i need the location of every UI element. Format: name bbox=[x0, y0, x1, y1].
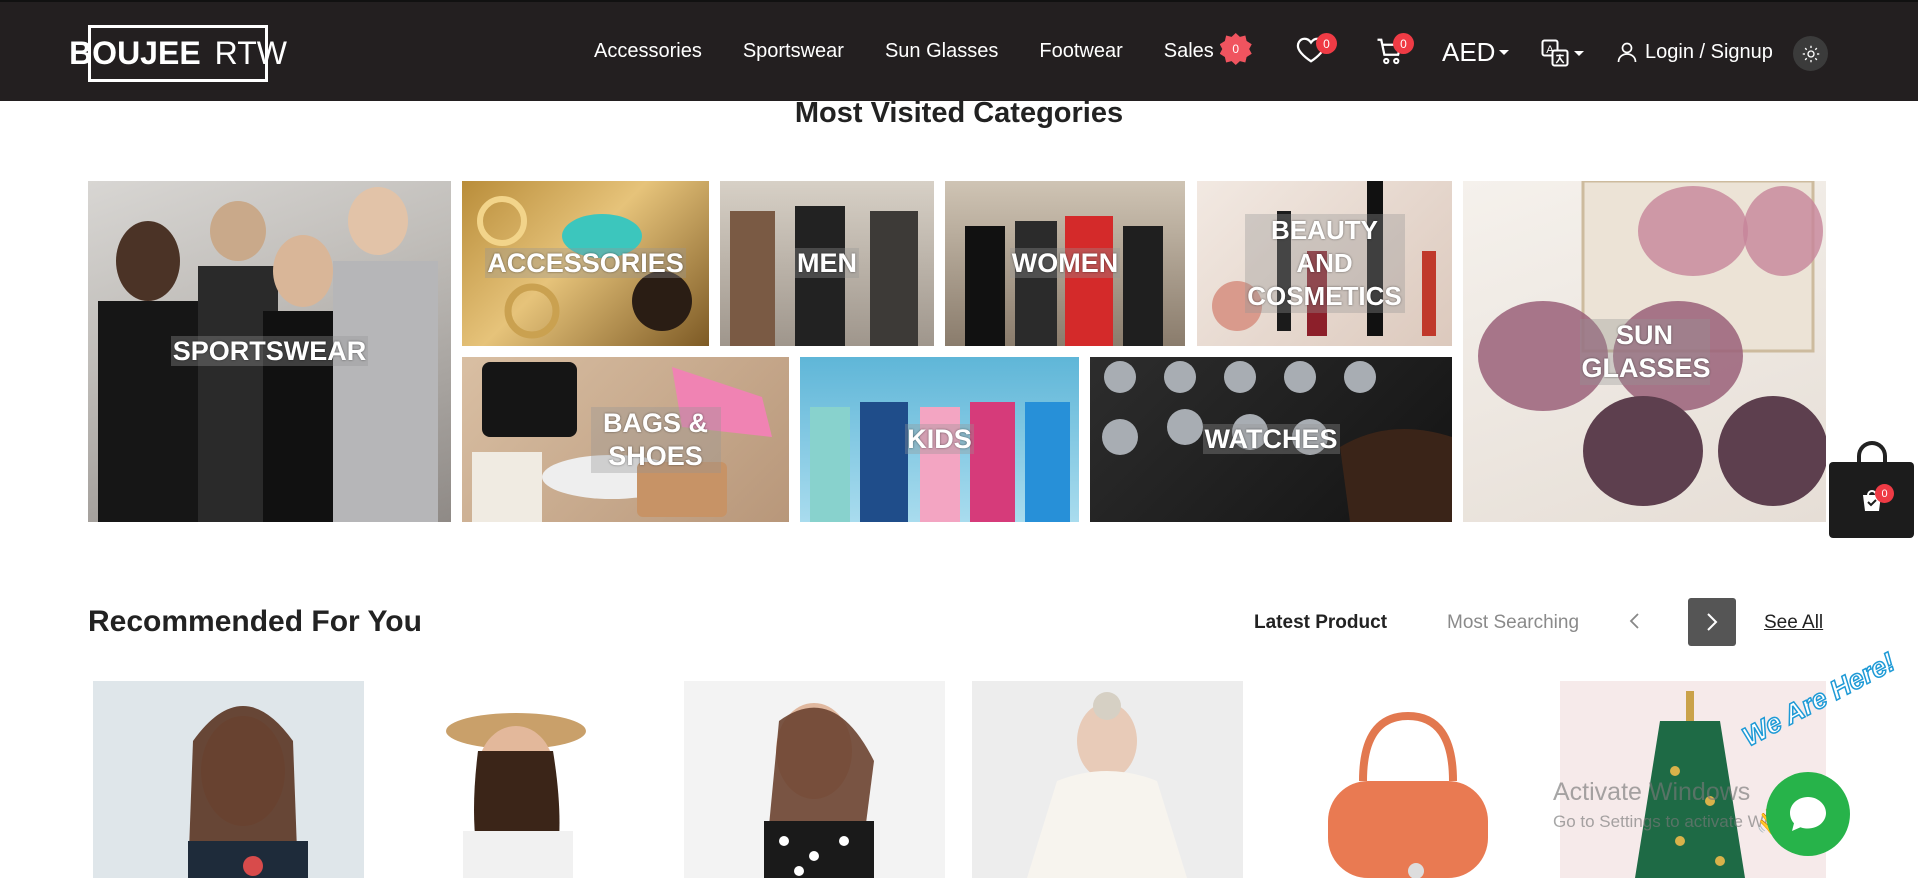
nav-footwear[interactable]: Footwear bbox=[1039, 40, 1122, 63]
chat-bubble-icon bbox=[1790, 797, 1826, 831]
sun-icon bbox=[1802, 45, 1819, 62]
currency-selector[interactable]: AED bbox=[1442, 37, 1510, 68]
wishlist-button[interactable]: 0 bbox=[1296, 33, 1337, 69]
carousel-prev-button[interactable] bbox=[1618, 598, 1652, 644]
product-image bbox=[446, 713, 586, 878]
category-label: WOMEN bbox=[1009, 248, 1121, 278]
language-selector[interactable]: A bbox=[1540, 38, 1584, 68]
see-all-link[interactable]: See All bbox=[1764, 612, 1823, 634]
chevron-left-icon bbox=[1629, 613, 1639, 629]
product-image bbox=[1027, 692, 1187, 878]
theme-toggle-button[interactable] bbox=[1793, 36, 1828, 71]
category-tile-beauty-cosmetics[interactable]: BEAUTY AND COSMETICS bbox=[1197, 181, 1452, 346]
category-tile-men[interactable]: MEN bbox=[720, 181, 934, 346]
nav-sales-label: Sales bbox=[1163, 40, 1214, 62]
login-signup-link[interactable]: Login / Signup bbox=[1615, 40, 1773, 64]
user-icon bbox=[1617, 42, 1637, 63]
category-label: KIDS bbox=[905, 424, 974, 454]
login-label: Login / Signup bbox=[1645, 40, 1773, 63]
category-tile-accessories[interactable]: ACCESSORIES bbox=[462, 181, 709, 346]
category-tile-sportswear[interactable]: SPORTSWEAR bbox=[88, 181, 451, 522]
activate-windows-watermark: Activate Windows bbox=[1553, 778, 1751, 806]
recommended-title: Recommended For You bbox=[88, 605, 422, 638]
product-image bbox=[764, 703, 874, 878]
chevron-down-icon bbox=[1499, 50, 1510, 55]
category-tile-sun-glasses[interactable]: SUN GLASSES bbox=[1463, 181, 1826, 522]
logo-text-boujee: BOUJEE bbox=[69, 35, 201, 71]
floating-cart-count-badge: 0 bbox=[1875, 484, 1894, 503]
product-image bbox=[188, 706, 308, 878]
main-nav: Accessories Sportswear Sun Glasses Footw… bbox=[594, 33, 1252, 65]
nav-sportswear[interactable]: Sportswear bbox=[743, 40, 844, 63]
category-label: SUN GLASSES bbox=[1579, 319, 1711, 385]
category-label: ACCESSORIES bbox=[485, 248, 686, 278]
nav-sales[interactable]: Sales 0 bbox=[1163, 33, 1252, 65]
wishlist-count-badge: 0 bbox=[1316, 33, 1337, 54]
currency-value: AED bbox=[1442, 37, 1496, 67]
brand-logo[interactable]: BOUJEE RTW bbox=[69, 25, 287, 82]
logo-text-rtw: RTW bbox=[214, 35, 287, 71]
most-visited-title: Most Visited Categories bbox=[794, 97, 1124, 129]
product-card[interactable] bbox=[1268, 681, 1534, 878]
category-tile-watches[interactable]: WATCHES bbox=[1090, 357, 1452, 522]
chevron-right-icon bbox=[1707, 613, 1718, 631]
chat-widget-button[interactable] bbox=[1766, 772, 1850, 856]
product-card[interactable] bbox=[684, 681, 945, 878]
category-label: BEAUTY AND COSMETICS bbox=[1197, 214, 1452, 313]
floating-cart-button[interactable]: 0 bbox=[1829, 462, 1914, 538]
product-image bbox=[1328, 711, 1488, 878]
category-tile-bags-shoes[interactable]: BAGS & SHOES bbox=[462, 357, 789, 522]
product-card[interactable] bbox=[388, 681, 658, 878]
cart-count-badge: 0 bbox=[1393, 33, 1414, 54]
category-label: MEN bbox=[795, 248, 859, 278]
product-card[interactable] bbox=[972, 681, 1243, 878]
category-label: SPORTSWEAR bbox=[170, 336, 369, 366]
nav-sun-glasses[interactable]: Sun Glasses bbox=[885, 40, 998, 63]
tab-latest-product[interactable]: Latest Product bbox=[1254, 612, 1387, 634]
nav-accessories[interactable]: Accessories bbox=[594, 40, 702, 63]
category-label: WATCHES bbox=[1202, 424, 1340, 454]
carousel-next-button[interactable] bbox=[1688, 598, 1736, 646]
category-tile-kids[interactable]: KIDS bbox=[800, 357, 1079, 522]
translate-icon: A bbox=[1541, 39, 1569, 67]
category-tile-women[interactable]: WOMEN bbox=[945, 181, 1185, 346]
tab-most-searching[interactable]: Most Searching bbox=[1447, 612, 1579, 634]
chevron-down-icon bbox=[1574, 50, 1584, 56]
top-navbar: BOUJEE RTW Accessories Sportswear Sun Gl… bbox=[0, 0, 1918, 101]
page: BOUJEE RTW Accessories Sportswear Sun Gl… bbox=[0, 0, 1918, 878]
category-label: BAGS & SHOES bbox=[522, 407, 789, 473]
product-card[interactable] bbox=[93, 681, 364, 878]
sales-badge: 0 bbox=[1219, 33, 1252, 65]
cart-button[interactable]: 0 bbox=[1375, 33, 1414, 71]
